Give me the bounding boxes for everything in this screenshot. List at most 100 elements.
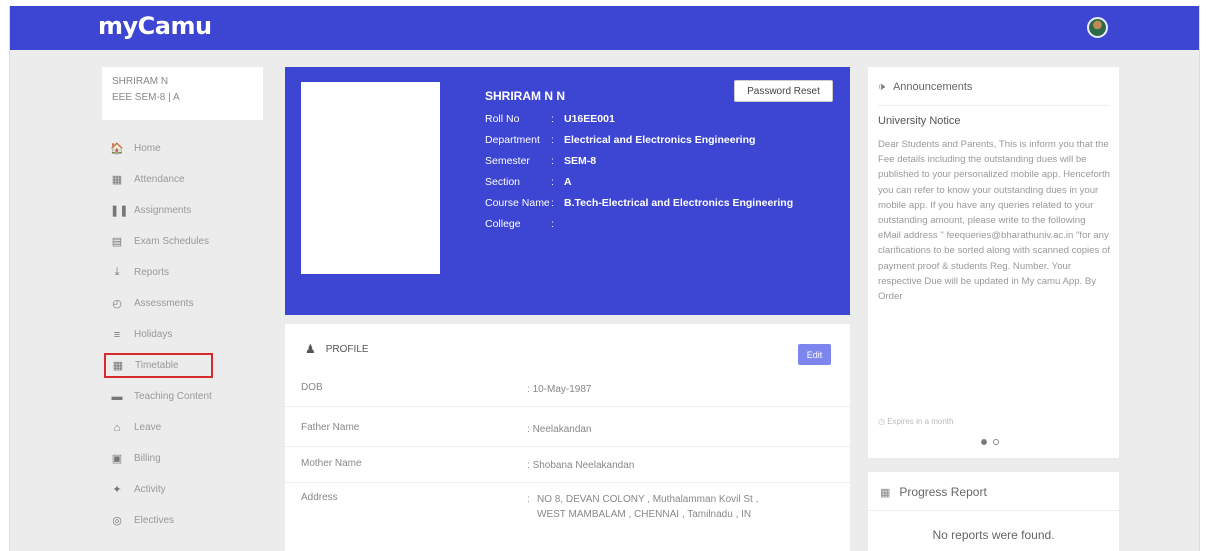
activity-icon: ✦ <box>112 484 122 496</box>
sidebar-item-home[interactable]: 🏠 Home <box>102 133 272 164</box>
mother-label: Mother Name <box>301 458 362 469</box>
sidebar-item-teaching-content[interactable]: ▬ Teaching Content <box>102 381 272 412</box>
divider <box>868 510 1119 511</box>
divider <box>878 105 1109 106</box>
separator: : <box>527 494 530 505</box>
announcements-header: 🕩 Announcements <box>878 81 972 94</box>
sidebar-item-label: Timetable <box>135 360 179 371</box>
sidebar-item-assessments[interactable]: ◴ Assessments <box>102 288 272 319</box>
sidebar-item-assignments[interactable]: ❚❚ Assignments <box>102 195 272 226</box>
sidebar-item-leave[interactable]: ⌂ Leave <box>102 412 272 443</box>
progress-empty-message: No reports were found. <box>932 528 1055 542</box>
holidays-icon: ≡ <box>113 328 121 341</box>
sidebar-item-label: Attendance <box>134 174 185 185</box>
profile-header: SHRIRAM N N Password Reset Roll No: U16EE… <box>285 67 850 315</box>
sidebar-item-electives[interactable]: ◎ Electives <box>102 505 272 536</box>
clock-icon: ◷ <box>878 417 885 426</box>
assessments-icon: ◴ <box>112 298 122 310</box>
sidebar-item-activity[interactable]: ✦ Activity <box>102 474 272 505</box>
dob-value: : 10-May-1987 <box>527 384 592 395</box>
profile-title: ♟ PROFILE <box>305 342 369 356</box>
announcements-title: Announcements <box>892 81 973 93</box>
college-value <box>564 214 794 235</box>
separator: : <box>551 176 554 188</box>
info-row-section: Section: A <box>485 172 794 193</box>
notice-expiry-text: Expires in a month <box>887 417 954 426</box>
top-bar: myCamu <box>10 6 1199 50</box>
user-icon: ♟ <box>305 342 316 356</box>
sidebar-item-timetable[interactable]: ▦ Timetable <box>104 353 213 378</box>
sidebar-item-label: Holidays <box>134 329 173 340</box>
password-reset-button[interactable]: Password Reset <box>734 80 833 102</box>
divider <box>285 406 850 407</box>
father-label: Father Name <box>301 422 360 433</box>
carousel-dot[interactable] <box>993 439 999 445</box>
sidebar-item-label: Home <box>134 143 161 154</box>
section-label: Section <box>485 176 521 188</box>
leave-icon: ⌂ <box>113 421 121 434</box>
sidebar-item-attendance[interactable]: ▦ Attendance <box>102 164 272 195</box>
info-row-semester: Semester: SEM-8 <box>485 151 794 172</box>
sidebar-item-holidays[interactable]: ≡ Holidays <box>102 319 272 350</box>
sidebar-item-billing[interactable]: ▣ Billing <box>102 443 272 474</box>
divider <box>285 482 850 483</box>
profile-info: Roll No: U16EE001 Department: Electrical a… <box>485 109 794 235</box>
notice-expiry: ◷ Expires in a month <box>878 417 953 426</box>
course-value: B.Tech-Electrical and Electronics Engine… <box>564 197 794 209</box>
sidebar-nav: 🏠 Home ▦ Attendance ❚❚ Assignments ▤ Exam Sc… <box>102 133 272 536</box>
separator: : <box>551 113 554 125</box>
sidebar-item-label: Billing <box>134 453 161 464</box>
profile-photo <box>301 82 440 274</box>
notice-title: University Notice <box>878 115 961 127</box>
separator: : <box>551 197 554 209</box>
app-logo[interactable]: myCamu <box>98 12 212 40</box>
teaching-content-icon: ▬ <box>111 390 123 403</box>
home-icon: 🏠 <box>110 143 124 155</box>
exam-icon: ▤ <box>111 236 123 248</box>
separator: : <box>551 134 554 146</box>
app-frame: myCamu SHRIRAM N EEE SEM-8 | A 🏠 Home ▦ At… <box>9 6 1200 551</box>
sidebar-item-label: Exam Schedules <box>134 236 210 247</box>
section-value: A <box>564 176 572 188</box>
mother-text: Shobana Neelakandan <box>532 460 635 471</box>
separator: : <box>551 155 554 167</box>
assignments-icon: ❚❚ <box>110 205 129 217</box>
student-subtitle: EEE SEM-8 | A <box>112 92 180 103</box>
semester-label: Semester <box>485 155 530 167</box>
sidebar-item-label: Electives <box>134 515 175 526</box>
avatar[interactable] <box>1087 17 1108 38</box>
document-icon: ▦ <box>880 487 891 499</box>
sidebar-item-exam-schedules[interactable]: ▤ Exam Schedules <box>102 226 272 257</box>
info-row-course: Course Name: B.Tech-Electrical and Electr… <box>485 193 794 214</box>
notice-body: Dear Students and Parents, This is infor… <box>878 139 1110 303</box>
student-card: SHRIRAM N EEE SEM-8 | A <box>102 67 263 120</box>
reports-icon: ⤓ <box>114 266 120 278</box>
sidebar-item-label: Leave <box>134 422 162 433</box>
electives-icon: ◎ <box>112 515 122 527</box>
address-text: NO 8, DEVAN COLONY , Muthalamman Kovil S… <box>537 494 759 520</box>
info-row-roll: Roll No: U16EE001 <box>485 109 794 130</box>
edit-button[interactable]: Edit <box>798 344 831 365</box>
divider <box>285 446 850 447</box>
billing-icon: ▣ <box>111 453 123 465</box>
sidebar-item-label: Teaching Content <box>134 391 212 402</box>
info-row-department: Department: Electrical and Electronics En… <box>485 130 794 151</box>
father-text: Neelakandan <box>532 424 592 435</box>
sidebar-item-label: Assessments <box>134 298 194 309</box>
profile-card: ♟ PROFILE Edit DOB : 10-May-1987 Father N… <box>285 324 850 551</box>
carousel-dots <box>981 439 999 445</box>
sidebar-item-reports[interactable]: ⤓ Reports <box>102 257 272 288</box>
roll-label: Roll No <box>485 113 520 125</box>
department-value: Electrical and Electronics Engineering <box>564 134 756 146</box>
announcements-card: 🕩 Announcements University Notice Dear St… <box>868 67 1119 458</box>
course-label: Course Name <box>485 197 550 209</box>
progress-report-card: ▦ Progress Report No reports were found. <box>868 472 1119 551</box>
semester-value: SEM-8 <box>564 155 597 167</box>
carousel-dot-active[interactable] <box>981 439 987 445</box>
sidebar-item-label: Assignments <box>134 205 192 216</box>
address-label: Address <box>301 492 338 503</box>
separator: : <box>551 218 554 230</box>
timetable-icon: ▦ <box>112 360 124 372</box>
megaphone-icon: 🕩 <box>878 81 885 93</box>
roll-value: U16EE001 <box>564 113 615 125</box>
